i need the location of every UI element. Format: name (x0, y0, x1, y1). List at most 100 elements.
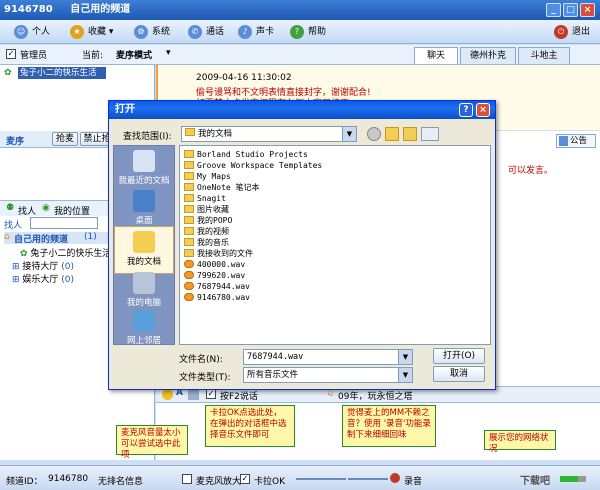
menu-soundcard[interactable]: ♪ 声卡 (236, 23, 274, 41)
chevron-down-icon: ▼ (398, 350, 412, 364)
lookin-select[interactable]: 我的文档 ▼ (181, 126, 357, 142)
close-button[interactable]: × (580, 3, 595, 17)
user-online-icon: ✿ (20, 249, 31, 259)
list-item[interactable]: 图片收藏 (184, 204, 229, 215)
my-computer-icon (133, 272, 155, 294)
menu-system[interactable]: ⚙ 系统 (132, 23, 170, 41)
open-button[interactable]: 打开(O) (433, 348, 485, 364)
list-item[interactable]: 我的POPO (184, 215, 232, 226)
filename-input[interactable]: 7687944.wav ▼ (243, 349, 413, 365)
mic-amplify-label: 麦克风放大 (196, 477, 242, 487)
tree-user[interactable]: ✿ 兔子小二的快乐生活 (20, 246, 111, 259)
star-icon: ★ (70, 25, 84, 39)
lookin-label: 查找范围(I): (123, 132, 172, 142)
back-icon[interactable] (367, 127, 381, 141)
place-network[interactable]: 网上邻居 (114, 306, 174, 354)
minimize-button[interactable]: _ (546, 3, 561, 17)
callout-karaoke: 卡拉OK点选此处，在弹出的对话框中选择音乐文件即可 (205, 405, 295, 447)
mode-select[interactable]: 麦序模式 (116, 48, 152, 61)
position-icon: ◉ (42, 203, 50, 213)
chevron-down-icon: ▼ (342, 127, 356, 141)
folder-icon (184, 238, 194, 246)
audio-file-icon (184, 293, 194, 301)
list-item[interactable]: 我接收到的文件 (184, 248, 253, 259)
admin-label: 管理员 (20, 51, 48, 61)
status-bar: 频道ID： 9146780 无排名信息 麦克风放大 ✓ 卡拉OK 录音 下载吧 (0, 465, 600, 490)
current-label: 当前: (82, 51, 104, 61)
filename-label: 文件名(N): (179, 355, 223, 365)
chevron-down-icon: ▾ (106, 27, 114, 37)
cancel-button[interactable]: 取消 (433, 366, 485, 382)
karaoke-checkbox[interactable]: ✓ (240, 474, 250, 484)
chat-timestamp: 2009-04-16 11:30:02 (196, 73, 292, 83)
callout-network: 展示您的网络状况 (484, 430, 556, 454)
menu-help[interactable]: ? 帮助 (288, 23, 326, 41)
dialog-help-button[interactable]: ? (459, 103, 473, 117)
filetype-label: 文件类型(T): (179, 373, 231, 383)
exit-icon: ⏻ (554, 25, 568, 39)
admin-checkbox[interactable]: ✓ (6, 49, 16, 59)
volume-slider-1[interactable] (296, 478, 346, 480)
expand-icon: ⊞ (12, 262, 23, 272)
user-status-icon: ✿ (4, 68, 12, 78)
menu-call[interactable]: ✆ 通话 (186, 23, 224, 41)
find-input[interactable] (30, 217, 98, 229)
tree-hall-reception[interactable]: ⊞ 接待大厅 (0) (12, 259, 74, 272)
list-item[interactable]: 400000.wav (184, 259, 245, 270)
menu-personal[interactable]: ☺ 个人 (12, 23, 50, 41)
list-item[interactable]: OneNote 笔记本 (184, 182, 260, 193)
list-item[interactable]: Borland Studio Projects (184, 149, 308, 160)
mic-amplify-checkbox[interactable] (182, 474, 192, 484)
maximize-button[interactable]: □ (563, 3, 578, 17)
tab-chat[interactable]: 聊天 (414, 47, 458, 64)
tree-root[interactable]: ⌂ 自己用的频道 (1) (4, 232, 114, 245)
tab-doudizhu[interactable]: 斗地主 (518, 47, 570, 64)
places-bar: 我最近的文档 桌面 我的文档 我的电脑 网上邻居 (113, 145, 175, 346)
audio-file-icon (184, 271, 194, 279)
find-person-icon: ⚉ (6, 203, 15, 213)
grab-mic-button[interactable]: 抢麦 (52, 132, 78, 146)
list-item[interactable]: My Maps (184, 171, 231, 182)
network-status-icon (560, 476, 586, 482)
person-icon: ☺ (14, 25, 28, 39)
current-user-entry[interactable]: 兔子小二的快乐生活 (18, 67, 106, 79)
list-item[interactable]: 799620.wav (184, 270, 245, 281)
dialog-title: 打开 (115, 104, 135, 115)
menu-bar: ☺ 个人 ★ 收藏 ▾ ⚙ 系统 ✆ 通话 ♪ 声卡 ? 帮助 ⏻ 退出 (0, 20, 600, 44)
exit-button[interactable]: ⏻ 退出 (552, 23, 590, 41)
expand-icon: ⊞ (12, 275, 23, 285)
folder-icon (184, 161, 194, 169)
list-item[interactable]: 9146780.wav (184, 292, 250, 303)
song-title: 09年，玩永恒之塔 (338, 392, 413, 402)
phone-icon: ✆ (188, 25, 202, 39)
filetype-select[interactable]: 所有音乐文件 ▼ (243, 367, 413, 383)
file-list: Borland Studio Projects Groove Workspace… (179, 145, 491, 345)
audio-file-icon (184, 260, 194, 268)
ptt-checkbox[interactable]: ✓ (206, 389, 216, 399)
up-folder-icon[interactable] (385, 127, 399, 141)
list-item[interactable]: 我的视频 (184, 226, 229, 237)
place-my-documents[interactable]: 我的文档 (114, 226, 174, 274)
folder-icon (184, 150, 194, 158)
audio-file-icon (184, 282, 194, 290)
volume-slider-2[interactable] (348, 478, 388, 480)
picture-icon[interactable] (188, 389, 199, 400)
list-item[interactable]: 7687944.wav (184, 281, 250, 292)
new-folder-icon[interactable] (403, 127, 417, 141)
tab-texas-poker[interactable]: 德州扑克 (460, 47, 516, 64)
list-item[interactable]: 我的音乐 (184, 237, 229, 248)
list-item[interactable]: Groove Workspace Templates (184, 160, 322, 171)
karaoke-label: 卡拉OK (254, 477, 285, 487)
tree-hall-entertainment[interactable]: ⊞ 娱乐大厅 (0) (12, 272, 74, 285)
home-icon: ⌂ (4, 232, 10, 242)
menu-favorites[interactable]: ★ 收藏 ▾ (68, 23, 113, 41)
notice-button[interactable]: 公告 (556, 134, 596, 148)
soundcard-icon: ♪ (238, 25, 252, 39)
emoji-icon[interactable] (162, 389, 173, 400)
chevron-down-icon[interactable]: ▾ (166, 48, 171, 58)
record-icon[interactable] (390, 473, 400, 483)
callout-record: 觉得麦上的MM不赖之音？使用 '录音'功能录制下来细细回味 (342, 405, 436, 447)
list-item[interactable]: Snagit (184, 193, 226, 204)
dialog-close-button[interactable]: × (476, 103, 490, 117)
view-menu-icon[interactable] (421, 127, 439, 141)
